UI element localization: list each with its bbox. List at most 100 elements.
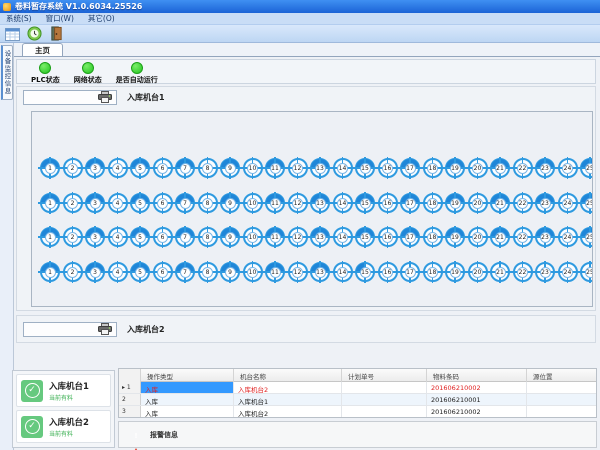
- reel-slot-2-19[interactable]: 19: [445, 193, 465, 213]
- reel-slot-4-2[interactable]: 2: [63, 262, 83, 282]
- reel-slot-3-7[interactable]: 7: [175, 227, 195, 247]
- reel-slot-3-3[interactable]: 3: [85, 227, 105, 247]
- column-header-0[interactable]: 操作类型: [141, 369, 234, 382]
- menu-item-2[interactable]: 其它(O): [88, 13, 115, 24]
- column-header-3[interactable]: 物料条码: [427, 369, 527, 382]
- reel-slot-1-2[interactable]: 2: [63, 158, 83, 178]
- table-row[interactable]: 3入库入库机台2201606210002: [119, 406, 597, 418]
- reel-slot-1-8[interactable]: 8: [198, 158, 218, 178]
- column-header-4[interactable]: 源位置: [527, 369, 597, 382]
- reel-slot-4-3[interactable]: 3: [85, 262, 105, 282]
- reel-slot-1-16[interactable]: 16: [378, 158, 398, 178]
- reel-slot-1-3[interactable]: 3: [85, 158, 105, 178]
- reel-slot-4-8[interactable]: 8: [198, 262, 218, 282]
- reel-slot-3-23[interactable]: 23: [535, 227, 555, 247]
- reel-slot-2-3[interactable]: 3: [85, 193, 105, 213]
- reel-slot-4-11[interactable]: 11: [265, 262, 285, 282]
- table-cell[interactable]: 入库: [141, 406, 234, 417]
- reel-slot-1-15[interactable]: 15: [355, 158, 375, 178]
- reel-slot-1-12[interactable]: 12: [288, 158, 308, 178]
- reel-slot-2-15[interactable]: 15: [355, 193, 375, 213]
- table-cell[interactable]: 入库机台2: [234, 382, 342, 393]
- print-button-1[interactable]: [23, 90, 117, 105]
- reel-slot-3-1[interactable]: 1: [40, 227, 60, 247]
- reel-slot-2-9[interactable]: 9: [220, 193, 240, 213]
- reel-slot-2-14[interactable]: 14: [333, 193, 353, 213]
- reel-slot-1-10[interactable]: 10: [243, 158, 263, 178]
- sidebar-autohide-tab[interactable]: 设备监控信息: [1, 45, 13, 100]
- column-header-1[interactable]: 机台名称: [234, 369, 342, 382]
- reel-slot-3-22[interactable]: 22: [513, 227, 533, 247]
- reel-slot-3-5[interactable]: 5: [130, 227, 150, 247]
- operations-table[interactable]: 操作类型机台名称计划单号物料条码源位置▸ 1入库入库机台220160621000…: [118, 368, 597, 418]
- reel-slot-4-5[interactable]: 5: [130, 262, 150, 282]
- reel-slot-2-13[interactable]: 13: [310, 193, 330, 213]
- reel-slot-4-12[interactable]: 12: [288, 262, 308, 282]
- reel-slot-4-17[interactable]: 17: [400, 262, 420, 282]
- menu-item-1[interactable]: 窗口(W): [46, 13, 74, 24]
- reel-slot-3-17[interactable]: 17: [400, 227, 420, 247]
- reel-slot-3-24[interactable]: 24: [558, 227, 578, 247]
- reel-slot-4-1[interactable]: 1: [40, 262, 60, 282]
- exit-icon[interactable]: [48, 26, 65, 42]
- reel-slot-3-18[interactable]: 18: [423, 227, 443, 247]
- reel-slot-2-12[interactable]: 12: [288, 193, 308, 213]
- reel-slot-2-24[interactable]: 24: [558, 193, 578, 213]
- reel-slot-4-21[interactable]: 21: [490, 262, 510, 282]
- table-cell[interactable]: 入库: [141, 382, 234, 393]
- reel-slot-3-8[interactable]: 8: [198, 227, 218, 247]
- table-cell[interactable]: [527, 382, 597, 393]
- reel-slot-4-15[interactable]: 15: [355, 262, 375, 282]
- reel-slot-3-20[interactable]: 20: [468, 227, 488, 247]
- reel-slot-3-10[interactable]: 10: [243, 227, 263, 247]
- reel-slot-2-18[interactable]: 18: [423, 193, 443, 213]
- reel-slot-4-22[interactable]: 22: [513, 262, 533, 282]
- table-cell[interactable]: [527, 406, 597, 417]
- reel-slot-4-25[interactable]: 25: [580, 262, 593, 282]
- reel-slot-2-22[interactable]: 22: [513, 193, 533, 213]
- reel-slot-4-4[interactable]: 4: [108, 262, 128, 282]
- clock-icon[interactable]: [26, 26, 43, 42]
- reel-slot-3-11[interactable]: 11: [265, 227, 285, 247]
- table-cell[interactable]: 201606210002: [427, 382, 527, 393]
- tab-home[interactable]: 主页: [22, 43, 63, 56]
- table-cell[interactable]: [527, 394, 597, 405]
- reel-slot-3-6[interactable]: 6: [153, 227, 173, 247]
- table-cell[interactable]: 入库机台1: [234, 394, 342, 405]
- reel-slot-3-14[interactable]: 14: [333, 227, 353, 247]
- table-cell[interactable]: [342, 382, 427, 393]
- table-cell[interactable]: 入库: [141, 394, 234, 405]
- reel-slot-4-23[interactable]: 23: [535, 262, 555, 282]
- reel-slot-2-1[interactable]: 1: [40, 193, 60, 213]
- reel-slot-1-23[interactable]: 23: [535, 158, 555, 178]
- reel-slot-4-16[interactable]: 16: [378, 262, 398, 282]
- reel-slot-3-13[interactable]: 13: [310, 227, 330, 247]
- reel-slot-1-21[interactable]: 21: [490, 158, 510, 178]
- reel-slot-4-19[interactable]: 19: [445, 262, 465, 282]
- reel-slot-4-9[interactable]: 9: [220, 262, 240, 282]
- reel-slot-2-23[interactable]: 23: [535, 193, 555, 213]
- reel-slot-3-2[interactable]: 2: [63, 227, 83, 247]
- reel-slot-2-6[interactable]: 6: [153, 193, 173, 213]
- reel-slot-1-7[interactable]: 7: [175, 158, 195, 178]
- reel-slot-1-14[interactable]: 14: [333, 158, 353, 178]
- reel-slot-1-19[interactable]: 19: [445, 158, 465, 178]
- reel-slot-2-16[interactable]: 16: [378, 193, 398, 213]
- reel-slot-4-18[interactable]: 18: [423, 262, 443, 282]
- reel-slot-4-10[interactable]: 10: [243, 262, 263, 282]
- reel-slot-3-25[interactable]: 25: [580, 227, 593, 247]
- alarm-bar[interactable]: ! 报警信息: [118, 421, 597, 448]
- print-button-2[interactable]: [23, 322, 117, 337]
- table-cell[interactable]: [342, 394, 427, 405]
- reel-slot-3-12[interactable]: 12: [288, 227, 308, 247]
- reel-slot-1-9[interactable]: 9: [220, 158, 240, 178]
- reel-slot-1-18[interactable]: 18: [423, 158, 443, 178]
- reel-slot-4-7[interactable]: 7: [175, 262, 195, 282]
- table-cell[interactable]: 201606210002: [427, 406, 527, 417]
- reel-slot-4-24[interactable]: 24: [558, 262, 578, 282]
- reel-slot-3-15[interactable]: 15: [355, 227, 375, 247]
- reel-slot-1-5[interactable]: 5: [130, 158, 150, 178]
- reel-slot-4-14[interactable]: 14: [333, 262, 353, 282]
- table-cell[interactable]: 201606210001: [427, 394, 527, 405]
- reel-slot-3-4[interactable]: 4: [108, 227, 128, 247]
